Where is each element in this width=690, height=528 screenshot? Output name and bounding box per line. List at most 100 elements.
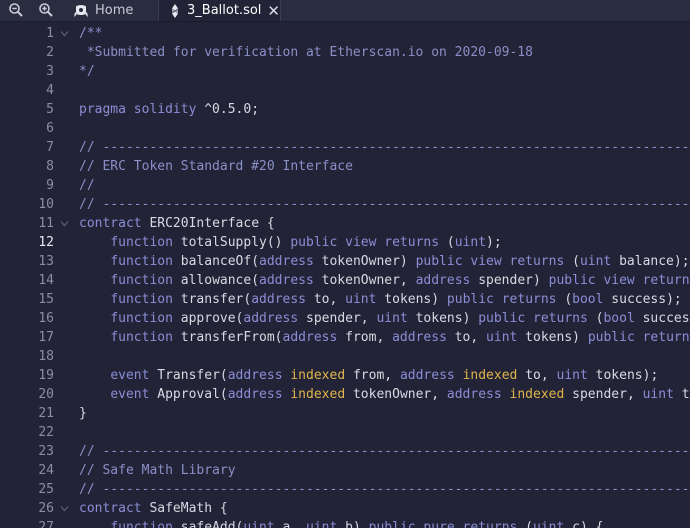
code-line[interactable]: 17 function transferFrom(address from, a…: [0, 328, 690, 347]
code-token: function: [110, 292, 173, 307]
code-token: bool: [572, 292, 604, 307]
code-text: function transferFrom(address from, addr…: [79, 328, 690, 347]
code-line[interactable]: 15 function transfer(address to, uint to…: [0, 290, 690, 309]
code-line[interactable]: 12 function totalSupply() public view re…: [0, 233, 690, 252]
code-token: address: [282, 330, 338, 345]
code-token: transfer(: [172, 292, 252, 307]
code-token: allowance(: [172, 273, 260, 288]
code-token: function: [110, 311, 173, 326]
code-line[interactable]: 11 contract ERC20Interface {: [0, 214, 690, 233]
code-token: address: [399, 368, 455, 383]
code-text: contract SafeMath {: [79, 499, 228, 518]
fold-chevron-icon[interactable]: [60, 504, 69, 513]
code-token: indexed: [462, 368, 518, 383]
code-line[interactable]: 21}: [0, 404, 690, 423]
code-token: uint: [579, 254, 612, 269]
code-text: pragma solidity ^0.5.0;: [79, 100, 259, 119]
fold-chevron-icon[interactable]: [60, 219, 69, 228]
code-line[interactable]: 7 // ------------------------------------…: [0, 138, 690, 157]
code-token: uint: [345, 292, 377, 307]
code-line[interactable]: 2 *Submitted for verification at Ethersc…: [0, 43, 690, 62]
code-token: indexed: [509, 387, 565, 402]
code-token: address: [227, 387, 283, 402]
line-number: 3: [46, 64, 54, 79]
code-line[interactable]: 4: [0, 81, 690, 100]
code-token: (: [564, 254, 580, 269]
close-icon[interactable]: ✕: [267, 2, 280, 20]
code-line[interactable]: 27 function safeAdd(uint a, uint b) publ…: [0, 518, 690, 528]
line-number: 17: [38, 330, 54, 345]
code-line[interactable]: 1 /**: [0, 24, 690, 43]
zoom-in-icon[interactable]: [38, 2, 54, 18]
line-number: 12: [38, 235, 54, 250]
code-token: Approval(: [149, 387, 228, 402]
code-token: from,: [337, 330, 393, 345]
code-text: *Submitted for verification at Etherscan…: [79, 43, 533, 62]
code-token: b): [337, 520, 369, 528]
code-line[interactable]: 18: [0, 347, 690, 366]
code-token: uint: [556, 368, 588, 383]
code-line[interactable]: 6: [0, 119, 690, 138]
line-number: 14: [38, 273, 54, 288]
code-line[interactable]: 13 function balanceOf(address tokenOwner…: [0, 252, 690, 271]
code-line[interactable]: 25 // -----------------------------------…: [0, 480, 690, 499]
code-line[interactable]: 20 event Approval(address indexed tokenO…: [0, 385, 690, 404]
code-line[interactable]: 16 function approve(address spender, uin…: [0, 309, 690, 328]
code-token: // -------------------------------------…: [79, 482, 690, 497]
code-line[interactable]: 22: [0, 423, 690, 442]
code-line[interactable]: 3 */: [0, 62, 690, 81]
line-number: 26: [38, 501, 54, 516]
code-text: }: [79, 404, 87, 423]
code-text: function safeAdd(uint a, uint b) public …: [79, 518, 603, 528]
code-line[interactable]: 14 function allowance(address tokenOwner…: [0, 271, 690, 290]
zoom-out-icon[interactable]: [8, 2, 24, 18]
code-line[interactable]: 19 event Transfer(address indexed from, …: [0, 366, 690, 385]
line-number: 13: [38, 254, 54, 269]
code-token: function: [110, 235, 173, 250]
code-token: address: [243, 311, 299, 326]
code-token: to,: [306, 292, 346, 307]
code-line[interactable]: 8 // ERC Token Standard #20 Interface: [0, 157, 690, 176]
code-token: // ERC Token Standard #20 Interface: [79, 159, 353, 174]
code-token: public returns: [587, 330, 690, 345]
code-text: // Safe Math Library: [79, 461, 236, 480]
code-token: public returns: [478, 311, 588, 326]
code-token: /**: [79, 26, 103, 41]
code-line[interactable]: 5 pragma solidity ^0.5.0;: [0, 100, 690, 119]
tab-home-label: Home: [95, 3, 134, 18]
code-token: public view returns: [290, 235, 440, 250]
line-number: 4: [46, 83, 54, 98]
code-editor[interactable]: 1 /** 2 *Submitted for verification at Eth…: [0, 22, 690, 528]
fold-chevron-icon[interactable]: [60, 29, 69, 38]
code-token: ^0.5.0;: [196, 102, 260, 117]
code-token: public returns: [446, 292, 557, 307]
code-line[interactable]: 9 //: [0, 176, 690, 195]
code-text: //: [79, 176, 95, 195]
line-number: 7: [46, 140, 54, 155]
line-number: 19: [38, 368, 54, 383]
code-token: // -------------------------------------…: [79, 197, 690, 212]
code-token: (: [517, 520, 534, 528]
code-line[interactable]: 26 contract SafeMath {: [0, 499, 690, 518]
code-line[interactable]: 23 // -----------------------------------…: [0, 442, 690, 461]
code-token: indexed: [290, 368, 346, 383]
code-text: function transfer(address to, uint token…: [79, 290, 681, 309]
code-token: tokens): [517, 330, 588, 345]
code-token: *Submitted for verification at Etherscan…: [79, 45, 533, 60]
tab-3-ballot-sol[interactable]: 3_Ballot.sol ✕: [158, 0, 281, 21]
code-token: public pure returns: [368, 520, 518, 528]
tab-home[interactable]: Home: [73, 0, 133, 21]
code-token: a,: [274, 520, 307, 528]
code-text: event Transfer(address indexed from, add…: [79, 366, 658, 385]
code-token: success);: [642, 311, 690, 326]
code-line[interactable]: 24 // Safe Math Library: [0, 461, 690, 480]
code-text: */: [79, 62, 95, 81]
code-line[interactable]: 10 // -----------------------------------…: [0, 195, 690, 214]
code-token: totalSupply(): [172, 235, 291, 250]
